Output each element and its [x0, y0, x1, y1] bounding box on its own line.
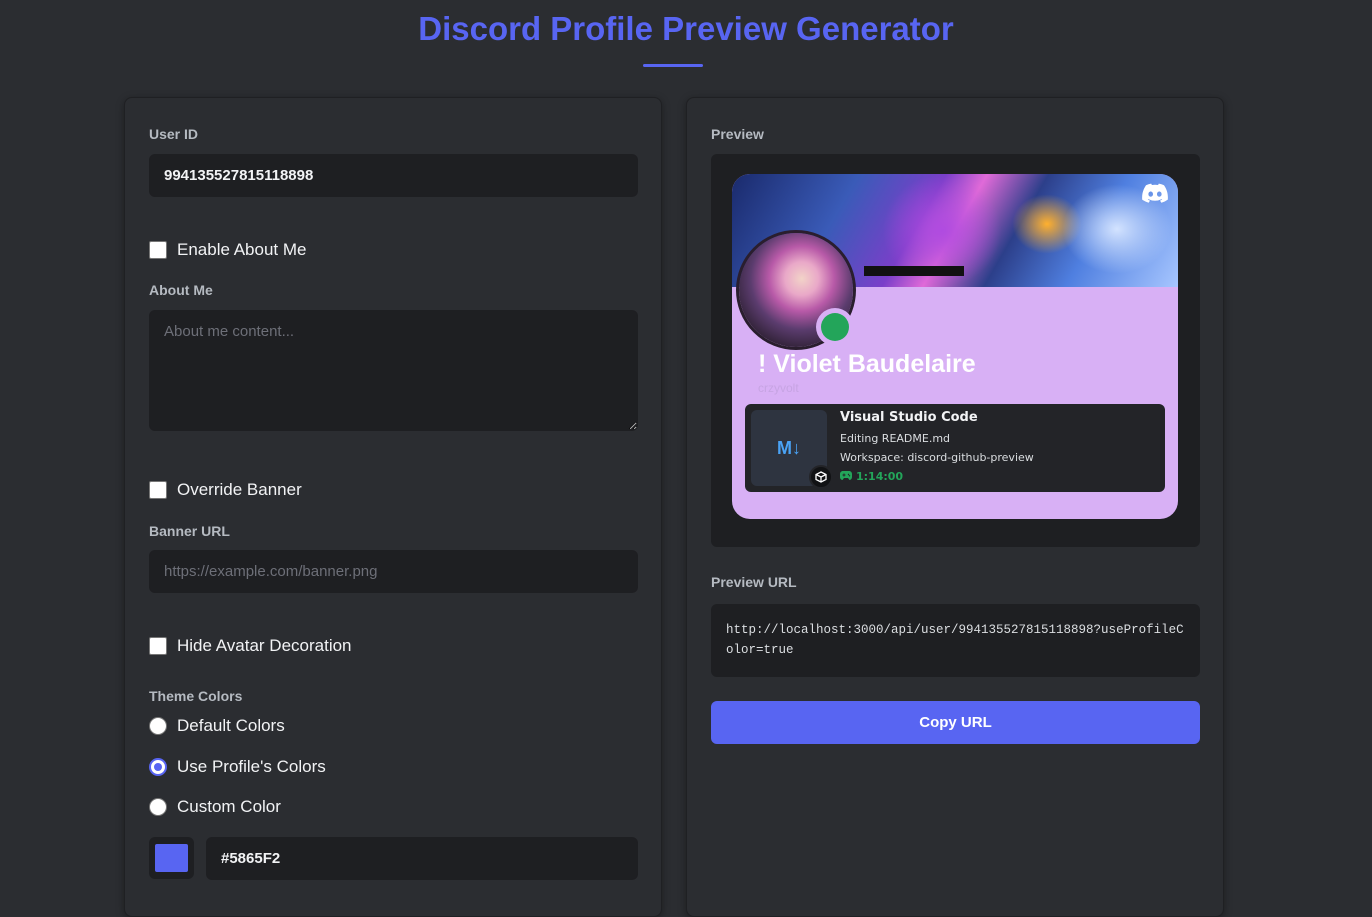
- discord-logo-icon: [1142, 183, 1168, 203]
- about-me-label: About Me: [149, 282, 213, 298]
- color-picker[interactable]: [149, 837, 194, 879]
- profile-card: ! Violet Baudelaire crzyvolt M↓ Visual S…: [732, 174, 1178, 519]
- preview-panel: Preview ! Violet Baudelaire crzyvolt M↓ …: [686, 97, 1224, 917]
- hide-avatar-decoration-checkbox[interactable]: [149, 637, 167, 655]
- user-id-label: User ID: [149, 126, 199, 142]
- title-underline: [643, 64, 703, 67]
- theme-option-profile[interactable]: Use Profile's Colors: [149, 757, 326, 777]
- gamepad-icon: [840, 471, 852, 480]
- activity-state: Workspace: discord-github-preview: [840, 451, 1034, 464]
- username: crzyvolt: [758, 381, 799, 395]
- preview-url-label: Preview URL: [711, 574, 797, 590]
- display-name: ! Violet Baudelaire: [758, 350, 976, 378]
- activity-elapsed: 1:14:00: [840, 470, 903, 483]
- preview-label: Preview: [711, 126, 764, 142]
- color-swatch[interactable]: [155, 844, 188, 872]
- hide-avatar-decoration-toggle[interactable]: Hide Avatar Decoration: [149, 636, 352, 656]
- theme-profile-radio[interactable]: [149, 758, 167, 776]
- activity-details: Editing README.md: [840, 432, 951, 445]
- theme-option-custom[interactable]: Custom Color: [149, 797, 281, 817]
- page-title: Discord Profile Preview Generator: [418, 10, 954, 47]
- enable-about-me-toggle[interactable]: Enable About Me: [149, 240, 306, 260]
- activity-name: Visual Studio Code: [840, 410, 978, 425]
- banner-url-label: Banner URL: [149, 523, 230, 539]
- vscode-small-icon: [809, 465, 833, 489]
- override-banner-checkbox[interactable]: [149, 481, 167, 499]
- user-id-input[interactable]: [149, 154, 638, 197]
- preview-url-box[interactable]: http://localhost:3000/api/user/994135527…: [711, 604, 1200, 677]
- theme-profile-label: Use Profile's Colors: [177, 757, 326, 776]
- activity-card: M↓ Visual Studio Code Editing README.md …: [745, 404, 1165, 492]
- custom-color-hex-input[interactable]: [206, 837, 638, 880]
- enable-about-me-label: Enable About Me: [177, 240, 307, 259]
- theme-default-label: Default Colors: [177, 716, 285, 735]
- preview-container: ! Violet Baudelaire crzyvolt M↓ Visual S…: [711, 154, 1200, 547]
- about-me-textarea[interactable]: [149, 310, 638, 431]
- banner-url-input[interactable]: [149, 550, 638, 593]
- copy-url-button[interactable]: Copy URL: [711, 701, 1200, 744]
- hide-avatar-decoration-label: Hide Avatar Decoration: [177, 636, 352, 655]
- theme-option-default[interactable]: Default Colors: [149, 716, 285, 736]
- activity-elapsed-text: 1:14:00: [856, 470, 904, 483]
- theme-colors-label: Theme Colors: [149, 688, 243, 704]
- theme-custom-label: Custom Color: [177, 797, 281, 816]
- theme-default-radio[interactable]: [149, 717, 167, 735]
- enable-about-me-checkbox[interactable]: [149, 241, 167, 259]
- settings-panel: User ID Enable About Me About Me Overrid…: [124, 97, 662, 917]
- online-status-icon: [816, 308, 854, 346]
- override-banner-label: Override Banner: [177, 480, 302, 499]
- theme-custom-radio[interactable]: [149, 798, 167, 816]
- override-banner-toggle[interactable]: Override Banner: [149, 480, 302, 500]
